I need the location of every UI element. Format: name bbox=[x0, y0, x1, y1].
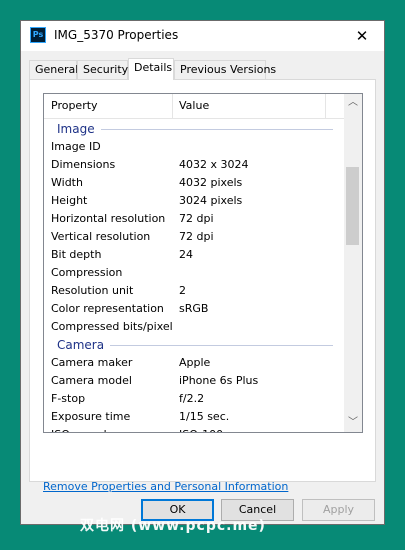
tab-details[interactable]: Details bbox=[128, 58, 174, 80]
remove-properties-link[interactable]: Remove Properties and Personal Informati… bbox=[43, 480, 288, 493]
property-name: F-stop bbox=[51, 392, 86, 405]
column-divider[interactable] bbox=[325, 94, 326, 118]
property-value[interactable]: 3024 pixels bbox=[179, 192, 242, 210]
property-name: Camera model bbox=[51, 374, 132, 387]
photoshop-icon: Ps bbox=[30, 27, 46, 43]
property-value[interactable]: sRGB bbox=[179, 300, 208, 318]
window-title: IMG_5370 Properties bbox=[54, 28, 179, 42]
property-name: ISO speed bbox=[51, 426, 107, 432]
property-name: Camera maker bbox=[51, 356, 133, 369]
property-name: Compressed bits/pixel bbox=[51, 320, 173, 333]
property-row[interactable]: Compression bbox=[44, 264, 345, 282]
group-header: Camera bbox=[44, 336, 345, 354]
property-rows: Image Image ID Dimensions 4032 x 3024 Width 4… bbox=[44, 120, 345, 432]
group-divider bbox=[110, 345, 333, 346]
tab-security[interactable]: Security bbox=[77, 60, 128, 79]
close-button[interactable]: ✕ bbox=[340, 21, 384, 51]
property-row[interactable]: Camera maker Apple bbox=[44, 354, 345, 372]
property-value[interactable]: 4032 pixels bbox=[179, 174, 242, 192]
property-name: Vertical resolution bbox=[51, 230, 151, 243]
property-value[interactable]: ISO-100 bbox=[179, 426, 223, 432]
property-row[interactable]: Height 3024 pixels bbox=[44, 192, 345, 210]
property-row[interactable]: Exposure time 1/15 sec. bbox=[44, 408, 345, 426]
property-value[interactable]: 4032 x 3024 bbox=[179, 156, 249, 174]
property-column-header[interactable]: Property bbox=[51, 99, 98, 112]
property-value[interactable]: 72 dpi bbox=[179, 210, 214, 228]
property-row[interactable]: Horizontal resolution 72 dpi bbox=[44, 210, 345, 228]
scrollbar-thumb[interactable] bbox=[346, 167, 359, 245]
property-value[interactable]: Apple bbox=[179, 354, 210, 372]
vertical-scrollbar[interactable]: ︿ ﹀ bbox=[344, 94, 362, 432]
property-row[interactable]: Resolution unit 2 bbox=[44, 282, 345, 300]
property-name: Dimensions bbox=[51, 158, 116, 171]
list-header: Property Value bbox=[44, 94, 345, 119]
value-column-header[interactable]: Value bbox=[179, 99, 209, 112]
property-name: Width bbox=[51, 176, 83, 189]
group-header: Image bbox=[44, 120, 345, 138]
close-icon: ✕ bbox=[355, 27, 369, 45]
property-name: Compression bbox=[51, 266, 123, 279]
site-watermark: 双电网 (www.pcpc.me) bbox=[80, 518, 266, 534]
property-row[interactable]: Image ID bbox=[44, 138, 345, 156]
property-row[interactable]: Color representation sRGB bbox=[44, 300, 345, 318]
property-row[interactable]: Dimensions 4032 x 3024 bbox=[44, 156, 345, 174]
apply-button[interactable]: Apply bbox=[302, 499, 375, 521]
property-list[interactable]: Property Value Image Image ID Dimensions 40… bbox=[43, 93, 363, 433]
properties-dialog: Ps IMG_5370 Properties ✕ General Securit… bbox=[20, 20, 385, 525]
property-name: Bit depth bbox=[51, 248, 102, 261]
property-value[interactable]: 2 bbox=[179, 282, 186, 300]
property-name: Exposure time bbox=[51, 410, 131, 423]
property-row[interactable]: Bit depth 24 bbox=[44, 246, 345, 264]
property-name: Image ID bbox=[51, 140, 101, 153]
property-value[interactable]: f/2.2 bbox=[179, 390, 204, 408]
title-bar[interactable]: Ps IMG_5370 Properties ✕ bbox=[21, 21, 384, 51]
property-row[interactable]: F-stop f/2.2 bbox=[44, 390, 345, 408]
property-row[interactable]: Width 4032 pixels bbox=[44, 174, 345, 192]
property-value[interactable]: 1/15 sec. bbox=[179, 408, 229, 426]
tab-previous-versions[interactable]: Previous Versions bbox=[174, 60, 276, 79]
details-panel: Property Value Image Image ID Dimensions 40… bbox=[29, 79, 376, 493]
property-name: Resolution unit bbox=[51, 284, 134, 297]
group-name: Image bbox=[57, 122, 95, 136]
property-name: Color representation bbox=[51, 302, 164, 315]
property-row[interactable]: Compressed bits/pixel bbox=[44, 318, 345, 336]
tab-general[interactable]: General bbox=[29, 60, 78, 79]
scroll-up-icon[interactable]: ︿ bbox=[344, 94, 362, 112]
column-divider[interactable] bbox=[172, 94, 173, 118]
property-value[interactable]: 24 bbox=[179, 246, 193, 264]
property-row[interactable]: ISO speed ISO-100 bbox=[44, 426, 345, 432]
property-value[interactable]: 72 dpi bbox=[179, 228, 214, 246]
property-row[interactable]: Vertical resolution 72 dpi bbox=[44, 228, 345, 246]
scroll-down-icon[interactable]: ﹀ bbox=[344, 414, 362, 432]
group-divider bbox=[101, 129, 333, 130]
property-name: Height bbox=[51, 194, 88, 207]
group-name: Camera bbox=[57, 338, 105, 352]
property-name: Horizontal resolution bbox=[51, 212, 166, 225]
property-value[interactable]: iPhone 6s Plus bbox=[179, 372, 258, 390]
property-row[interactable]: Camera model iPhone 6s Plus bbox=[44, 372, 345, 390]
